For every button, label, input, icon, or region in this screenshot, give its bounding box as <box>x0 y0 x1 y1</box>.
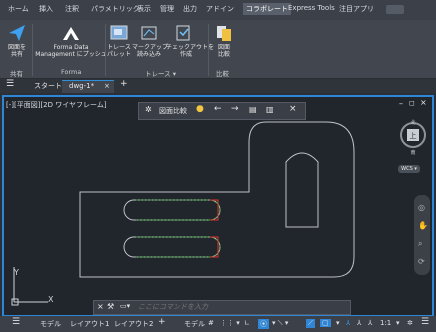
group-label-compare: 比較 <box>216 70 229 78</box>
restore-icon[interactable]: ◻ <box>409 99 415 107</box>
customize-menu-icon[interactable]: ☰ <box>421 317 429 327</box>
export-snapshot-icon[interactable]: ▤ <box>249 105 257 114</box>
wrench-icon[interactable]: ⚒ <box>107 302 114 311</box>
viewcube[interactable]: 上 北 南 <box>398 118 428 158</box>
tab-featured-apps[interactable]: 注目アプリ <box>339 4 374 14</box>
pan-icon[interactable]: ✋ <box>418 221 428 230</box>
orbit-icon[interactable]: ⟳ <box>418 257 425 266</box>
lightbulb-icon[interactable]: ● <box>196 104 204 114</box>
tab-overflow-button[interactable] <box>386 5 404 14</box>
tab-express-tools[interactable]: Express Tools <box>288 4 335 12</box>
wcs-menu[interactable]: WCS ▾ <box>398 165 420 173</box>
viewport-close-icon[interactable]: × <box>420 98 427 107</box>
previous-change-icon[interactable]: ← <box>214 104 222 114</box>
tab-annotate[interactable]: 注釈 <box>65 4 79 14</box>
polar-icon[interactable]: ⦿ <box>258 319 269 329</box>
tab-output[interactable]: 出力 <box>183 4 197 14</box>
file-tab-bar: ☰ スタート dwg-1* × + <box>0 79 436 93</box>
compass-north: 北 <box>410 119 415 126</box>
tab-layout2[interactable]: レイアウト2 <box>114 319 153 329</box>
slot-2-original <box>123 236 221 258</box>
group-label-forma: Forma <box>61 68 82 76</box>
compare-toolbar: ✲ 図面比較 ● ← → ▤ ▥ × <box>138 102 306 120</box>
annotation-scale-icon[interactable]: ⅄ <box>357 319 361 327</box>
steering-wheel-icon[interactable]: ◎ <box>418 203 425 212</box>
tab-addins[interactable]: アドイン <box>206 4 234 14</box>
svg-text:X: X <box>48 295 54 304</box>
command-line[interactable]: × ⚒ ▭▾ <box>93 300 351 315</box>
zoom-icon[interactable]: ⌕ <box>418 239 422 249</box>
drawing-canvas[interactable]: Y X <box>4 97 432 315</box>
ribbon-tab-bar: ホーム 挿入 注釈 パラメトリック 表示 管理 出力 アドイン コラボレート E… <box>0 0 436 20</box>
trace-palette-icon <box>110 25 128 40</box>
tab-home[interactable]: ホーム <box>8 4 29 14</box>
close-icon[interactable]: × <box>104 82 110 90</box>
tab-collaborate[interactable]: コラボレート <box>243 3 291 15</box>
workspace-gear-icon[interactable]: ✲ <box>407 319 413 327</box>
scale-menu-icon[interactable]: ▾ <box>396 319 400 327</box>
auto-scale-icon[interactable]: ⅄ <box>368 319 372 327</box>
checkout-icon <box>176 25 190 41</box>
minimize-icon[interactable]: – <box>399 99 403 108</box>
markup-import-button[interactable]: マークアップ 読み込み <box>132 44 168 58</box>
trace-palette-button[interactable]: トレース パレット <box>106 44 132 58</box>
osnap-menu-icon[interactable]: ▾ <box>336 319 340 327</box>
gear-icon[interactable]: ✲ <box>145 105 152 114</box>
model-space-button[interactable]: モデル <box>184 319 205 329</box>
tab-parametric[interactable]: パラメトリック <box>91 4 140 14</box>
recent-commands-icon[interactable]: ▭▾ <box>120 302 130 310</box>
polar-menu-icon[interactable]: ▾ ⟍ ▾ <box>272 319 288 328</box>
tab-drawing[interactable]: dwg-1* × <box>62 80 114 93</box>
tab-layout1[interactable]: レイアウト1 <box>70 319 109 329</box>
annotation-visibility-icon[interactable]: ⅄ <box>346 319 350 327</box>
add-layout-icon[interactable]: + <box>158 317 166 327</box>
share-drawing-button[interactable]: 図面を 共有 <box>5 44 29 58</box>
annotation-scale-value[interactable]: 1:1 <box>380 319 391 327</box>
command-close-icon[interactable]: × <box>97 302 104 311</box>
tab-manage[interactable]: 管理 <box>160 4 174 14</box>
drawing-compare-button[interactable]: 図面 比較 <box>212 44 236 58</box>
compare-title: 図面比較 <box>159 107 187 115</box>
command-input[interactable] <box>138 302 338 311</box>
group-label-trace[interactable]: トレース ▾ <box>145 68 176 78</box>
slot-1-original <box>123 199 221 221</box>
status-bar: ☰ モデル レイアウト1 レイアウト2 + モデル # ⋮⋮ ▾ ∟ ⦿ ▾ ⟍… <box>0 316 436 332</box>
import-objects-icon[interactable]: ▥ <box>266 105 274 114</box>
ucs-icon <box>13 267 48 303</box>
compare-close-icon[interactable]: × <box>289 104 297 114</box>
menu-hamburger-icon[interactable]: ☰ <box>6 79 14 89</box>
tab-drawing-label: dwg-1* <box>69 82 95 90</box>
compass-south: 南 <box>410 149 415 156</box>
slot-1-added <box>136 199 221 221</box>
next-change-icon[interactable]: → <box>231 104 239 114</box>
ortho-icon[interactable]: ∟ <box>244 319 250 327</box>
tab-view[interactable]: 表示 <box>137 4 151 14</box>
ribbon-separator <box>208 24 209 76</box>
isodraft-icon[interactable]: ⟋ <box>306 319 315 328</box>
group-label-share: 共有 <box>10 70 23 78</box>
ribbon-separator <box>32 24 33 76</box>
svg-text:Y: Y <box>13 268 19 277</box>
slot-outline <box>285 152 319 228</box>
tab-model[interactable]: モデル <box>40 319 61 329</box>
tab-start[interactable]: スタート <box>34 81 62 91</box>
grid-icon[interactable]: # <box>208 319 214 327</box>
markup-import-icon <box>141 26 157 40</box>
forma-icon <box>63 27 79 40</box>
slot-2-added <box>136 236 221 258</box>
osnap-icon[interactable]: ▢ <box>320 319 331 327</box>
checkout-create-button[interactable]: チェックアウトを 作成 <box>166 44 214 58</box>
viewcube-top-label: 上 <box>410 131 417 140</box>
layout-menu-icon[interactable]: ☰ <box>12 317 20 327</box>
drawing-compare-icon <box>217 26 231 41</box>
forma-push-button[interactable]: Forma Data Management にプッシュ <box>35 44 107 58</box>
tab-insert[interactable]: 挿入 <box>39 4 53 14</box>
new-tab-plus-icon[interactable]: + <box>120 79 128 89</box>
share-drawing-icon <box>9 25 25 41</box>
snap-icon[interactable]: ⋮⋮ ▾ <box>220 319 240 327</box>
